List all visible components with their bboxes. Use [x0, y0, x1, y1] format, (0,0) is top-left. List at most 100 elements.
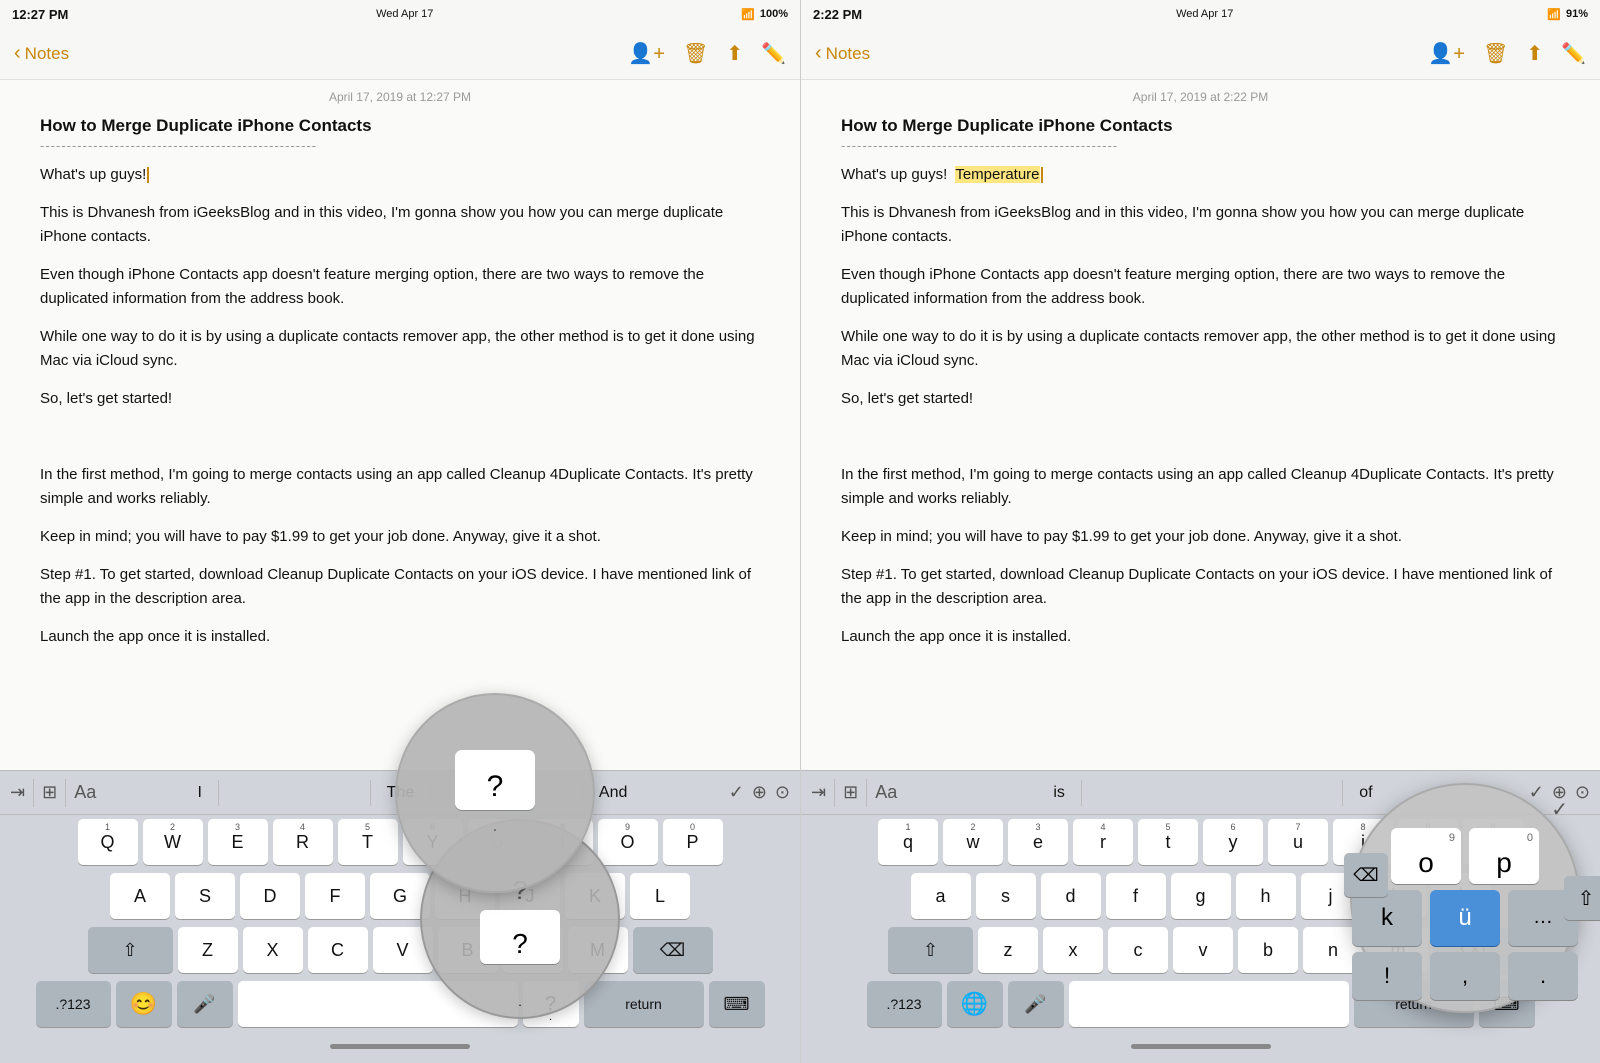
left-status-bar: 12:27 PM Wed Apr 17 📶 100%	[0, 0, 800, 28]
left-para-0: What's up guys!	[40, 163, 760, 187]
plus-icon[interactable]: ⊕	[752, 782, 767, 803]
right-key-num[interactable]: .?123	[867, 981, 942, 1027]
right-key-x[interactable]: x	[1043, 927, 1103, 973]
right-pred-word-1[interactable]: is	[1037, 780, 1082, 806]
right-key-s[interactable]: s	[976, 873, 1036, 919]
check-icon[interactable]: ✓	[729, 782, 744, 803]
right-time: 2:22 PM	[813, 7, 862, 22]
table-icon[interactable]: ⊞	[42, 782, 57, 803]
right-nav-bar: ‹ Notes 👤+ 🗑 ⬆ ✏️	[801, 28, 1600, 80]
right-add-person-icon[interactable]: 👤+	[1428, 41, 1465, 66]
right-key-u[interactable]: 7u	[1268, 819, 1328, 865]
right-key-y[interactable]: 6y	[1203, 819, 1263, 865]
key-S[interactable]: S	[175, 873, 235, 919]
left-chevron-icon: ‹	[14, 42, 21, 65]
left-para-1: This is Dhvanesh from iGeeksBlog and in …	[40, 201, 760, 249]
right-key-q[interactable]: 1q	[878, 819, 938, 865]
right-key-v[interactable]: v	[1173, 927, 1233, 973]
trash-icon[interactable]: 🗑	[683, 41, 708, 66]
zoom-check-icon: ✓	[1551, 797, 1568, 822]
right-battery-text: 91%	[1566, 8, 1588, 20]
left-key-row-4: .?123 😊 🎤 ? . return ⌨	[3, 981, 797, 1027]
right-key-r[interactable]: 4r	[1073, 819, 1133, 865]
right-key-shift[interactable]: ⇧	[888, 927, 973, 973]
key-D[interactable]: D	[240, 873, 300, 919]
right-key-c[interactable]: c	[1108, 927, 1168, 973]
key-F[interactable]: F	[305, 873, 365, 919]
right-key-a[interactable]: a	[911, 873, 971, 919]
right-key-b[interactable]: b	[1238, 927, 1298, 973]
right-para-1: This is Dhvanesh from iGeeksBlog and in …	[841, 201, 1560, 249]
right-key-space[interactable]	[1069, 981, 1349, 1027]
left-zoom-key-question: ?	[455, 750, 535, 810]
right-para-8: Step #1. To get started, download Cleanu…	[841, 563, 1560, 611]
right-key-d[interactable]: d	[1041, 873, 1101, 919]
zoom-shift-icon[interactable]: ⇧	[1564, 876, 1600, 920]
right-compose-icon[interactable]: ✏️	[1561, 41, 1586, 66]
key-O[interactable]: 9O	[598, 819, 658, 865]
right-note-divider: ----------------------------------------…	[841, 138, 1560, 153]
zoom-key-k: k	[1352, 890, 1422, 946]
left-panel: 12:27 PM Wed Apr 17 📶 100% ‹ Notes 👤+ 🗑 …	[0, 0, 800, 1063]
right-key-w[interactable]: 2w	[943, 819, 1003, 865]
key-T[interactable]: 5T	[338, 819, 398, 865]
right-para-9: Launch the app once it is installed.	[841, 625, 1560, 649]
key-W[interactable]: 2W	[143, 819, 203, 865]
right-key-h[interactable]: h	[1236, 873, 1296, 919]
right-key-mic[interactable]: 🎤	[1008, 981, 1064, 1027]
key-X[interactable]: X	[243, 927, 303, 973]
key-delete[interactable]: ⌫	[633, 927, 713, 973]
key-Q[interactable]: 1Q	[78, 819, 138, 865]
left-note-divider: ----------------------------------------…	[40, 138, 760, 153]
right-para-0: What's up guys! Temperature	[841, 163, 1560, 187]
right-key-globe[interactable]: 🌐	[947, 981, 1003, 1027]
right-key-f[interactable]: f	[1106, 873, 1166, 919]
right-para-7: Keep in mind; you will have to pay $1.99…	[841, 525, 1560, 549]
zoom-delete-icon[interactable]: ⌫	[1344, 853, 1388, 897]
format-icon[interactable]: Aa	[74, 782, 96, 803]
left-para-4: So, let's get started!	[40, 387, 760, 411]
left-pred-right: ✓ ⊕ ⊙	[719, 782, 800, 803]
zoom-key-exclaim: !	[1352, 952, 1422, 1000]
key-num[interactable]: .?123	[36, 981, 111, 1027]
indent-icon[interactable]: ⇥	[10, 782, 25, 803]
right-trash-icon[interactable]: 🗑	[1483, 41, 1508, 66]
share-icon[interactable]: ⬆	[726, 41, 743, 66]
right-key-g[interactable]: g	[1171, 873, 1231, 919]
key-shift[interactable]: ⇧	[88, 927, 173, 973]
key-C[interactable]: C	[308, 927, 368, 973]
left-para-2: Even though iPhone Contacts app doesn't …	[40, 263, 760, 311]
right-para-2: Even though iPhone Contacts app doesn't …	[841, 263, 1560, 311]
key-E[interactable]: 3E	[208, 819, 268, 865]
key-keyboard[interactable]: ⌨	[709, 981, 765, 1027]
left-key-row-2: A S D F G H J K L	[3, 873, 797, 919]
key-R[interactable]: 4R	[273, 819, 333, 865]
right-key-z[interactable]: z	[978, 927, 1038, 973]
right-pred-divider-left	[834, 779, 835, 807]
pred-word-1[interactable]: I	[182, 780, 219, 806]
key-mic[interactable]: 🎤	[177, 981, 233, 1027]
right-share-icon[interactable]: ⬆	[1526, 41, 1543, 66]
left-back-button[interactable]: ‹ Notes	[14, 42, 69, 65]
key-Z[interactable]: Z	[178, 927, 238, 973]
key-return[interactable]: return	[584, 981, 704, 1027]
add-person-icon[interactable]: 👤+	[628, 41, 665, 66]
key-L[interactable]: L	[630, 873, 690, 919]
compose-icon[interactable]: ✏️	[761, 41, 786, 66]
right-key-t[interactable]: 5t	[1138, 819, 1198, 865]
right-zoom-content: ✓ 9 o 0 p k ü …	[1342, 787, 1588, 1010]
record-icon[interactable]: ⊙	[775, 782, 790, 803]
left-para-3: While one way to do it is by using a dup…	[40, 325, 760, 373]
key-P[interactable]: 0P	[663, 819, 723, 865]
left-time: 12:27 PM	[12, 7, 68, 22]
right-key-e[interactable]: 3e	[1008, 819, 1068, 865]
right-format-icon[interactable]: Aa	[875, 782, 897, 803]
right-table-icon[interactable]: ⊞	[843, 782, 858, 803]
right-para-6: In the first method, I'm going to merge …	[841, 463, 1560, 511]
right-back-button[interactable]: ‹ Notes	[815, 42, 870, 65]
key-emoji[interactable]: 😊	[116, 981, 172, 1027]
left-keyboard-rows: 1Q 2W 3E 4R 5T 6Y 7U 8I 9O 0P A S D F G …	[0, 815, 800, 1029]
left-status-icons: 📶 100%	[741, 8, 788, 21]
right-indent-icon[interactable]: ⇥	[811, 782, 826, 803]
key-A[interactable]: A	[110, 873, 170, 919]
